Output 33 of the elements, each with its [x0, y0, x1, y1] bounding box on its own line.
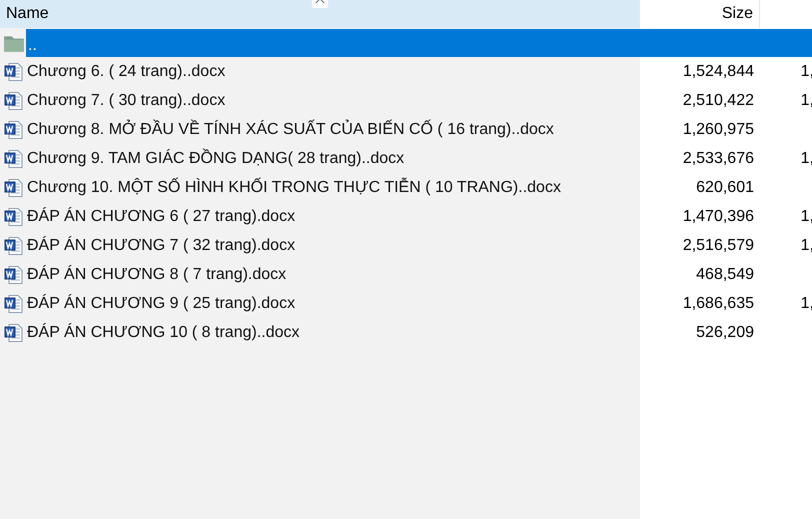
- file-name[interactable]: Chương 6. ( 24 trang)..docx: [27, 62, 226, 82]
- parent-folder-item[interactable]: ..: [26, 28, 812, 56]
- file-name[interactable]: ĐÁP ÁN CHƯƠNG 7 ( 32 trang).docx: [27, 236, 296, 256]
- word-document-icon: [4, 206, 24, 226]
- file-size: 526,209: [696, 324, 754, 342]
- file-name[interactable]: Chương 10. MỘT SỐ HÌNH KHỐI TRONG THỰC TIỄN ( 10 TRANG)..docx: [27, 178, 561, 198]
- file-name[interactable]: ĐÁP ÁN CHƯƠNG 6 ( 27 trang).docx: [27, 206, 296, 226]
- file-size: 1,686,635: [682, 294, 754, 312]
- file-name[interactable]: ĐÁP ÁN CHƯƠNG 9 ( 25 trang).docx: [27, 294, 296, 314]
- file-size: 2,533,676: [682, 150, 754, 168]
- word-document-icon: [4, 294, 24, 314]
- file-size: 2,516,579: [682, 236, 754, 254]
- word-document-icon: [4, 322, 24, 342]
- word-document-icon: [4, 120, 24, 140]
- word-document-icon: [4, 236, 24, 256]
- file-size: 620,601: [696, 178, 754, 196]
- file-size: 1,524,844: [682, 62, 754, 80]
- file-size: 468,549: [696, 266, 754, 284]
- file-name[interactable]: Chương 8. MỞ ĐẦU VỀ TÍNH XÁC SUẤT CỦA BIẾN CỐ ( 16 trang)..docx: [27, 120, 554, 140]
- word-document-icon: [4, 178, 24, 198]
- word-document-icon: [4, 148, 24, 168]
- file-name[interactable]: ĐÁP ÁN CHƯƠNG 10 ( 8 trang)..docx: [27, 322, 300, 342]
- file-size: 1,260,975: [682, 120, 754, 138]
- column-header[interactable]: Size: [640, 0, 760, 28]
- file-size: 1,470,396: [682, 208, 754, 226]
- file-size: 2,510,422: [682, 92, 754, 110]
- word-document-icon: [4, 264, 24, 284]
- word-document-icon: [4, 90, 24, 110]
- file-name[interactable]: Chương 9. TAM GIÁC ĐỒNG DẠNG( 28 trang)..docx: [27, 148, 404, 168]
- word-document-icon: [4, 62, 24, 82]
- column-header[interactable]: Name: [0, 0, 640, 28]
- file-name[interactable]: Chương 7. ( 30 trang)..docx: [27, 90, 226, 110]
- file-name[interactable]: ĐÁP ÁN CHƯƠNG 8 ( 7 trang).docx: [27, 264, 286, 284]
